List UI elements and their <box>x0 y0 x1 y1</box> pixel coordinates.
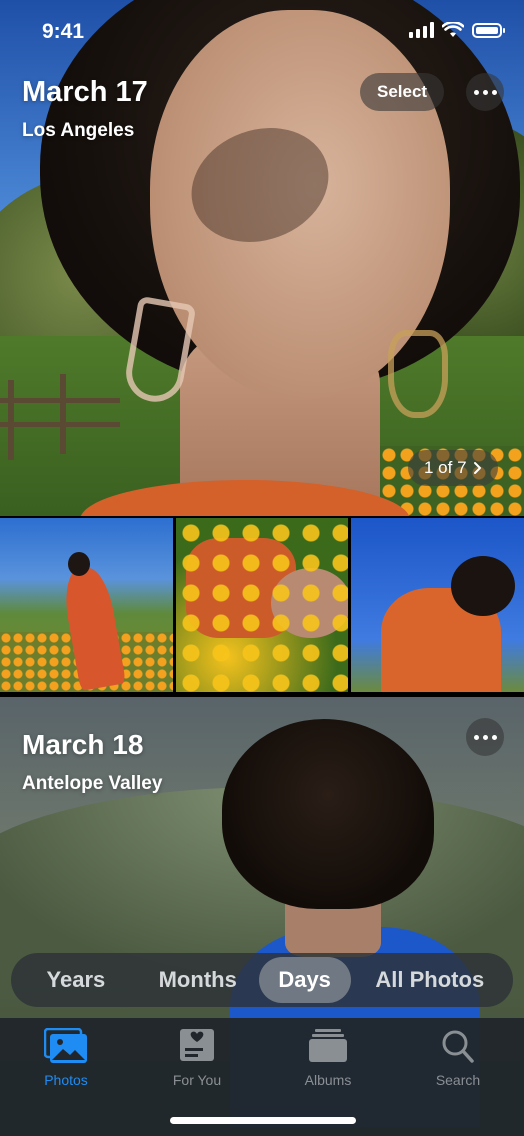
home-indicator[interactable] <box>170 1117 356 1124</box>
tab-search[interactable]: Search <box>408 1028 508 1088</box>
segment-months[interactable]: Months <box>137 957 259 1003</box>
search-icon <box>436 1028 480 1064</box>
pager-label: 1 of 7 <box>424 458 467 477</box>
photo-thumbnail[interactable] <box>0 518 173 692</box>
more-options-button[interactable] <box>466 718 504 756</box>
cellular-signal-icon <box>409 22 434 38</box>
day-thumbnails <box>0 518 524 692</box>
status-time: 9:41 <box>42 20 85 43</box>
segment-years[interactable]: Years <box>15 957 137 1003</box>
tab-label: For You <box>172 1072 222 1088</box>
select-button[interactable]: Select <box>360 73 445 111</box>
segment-days[interactable]: Days <box>258 957 351 1003</box>
status-icons <box>409 22 505 38</box>
photos-icon <box>43 1027 88 1064</box>
photo-thumbnail[interactable] <box>351 518 524 692</box>
photos-screen: 9:41 March 17 Los Angeles Select 1 of 7 … <box>0 0 524 1136</box>
photo-pager-button[interactable]: 1 of 7 <box>408 450 498 486</box>
ellipsis-icon <box>472 734 499 740</box>
tab-label: Search <box>435 1072 481 1088</box>
day-location: Los Angeles <box>22 120 135 141</box>
ellipsis-icon <box>472 89 499 95</box>
tab-albums[interactable]: Albums <box>278 1028 378 1088</box>
day-title: March 17 <box>22 76 148 108</box>
chevron-right-icon <box>473 462 481 474</box>
battery-icon <box>472 22 505 38</box>
tab-for-you[interactable]: For You <box>147 1028 247 1088</box>
more-options-button[interactable] <box>466 73 504 111</box>
day-title: March 18 <box>22 729 144 760</box>
tab-label: Photos <box>44 1072 88 1088</box>
segment-all-photos[interactable]: All Photos <box>351 957 509 1003</box>
wifi-icon <box>442 22 464 37</box>
for-you-icon <box>175 1028 219 1064</box>
day-location: Antelope Valley <box>22 773 163 794</box>
albums-icon <box>306 1028 350 1064</box>
tab-label: Albums <box>304 1072 352 1088</box>
tab-photos[interactable]: Photos <box>16 1027 116 1088</box>
photo-thumbnail[interactable] <box>175 518 349 692</box>
status-bar: 9:41 <box>0 0 524 64</box>
view-segmented-control: Years Months Days All Photos <box>11 953 513 1007</box>
